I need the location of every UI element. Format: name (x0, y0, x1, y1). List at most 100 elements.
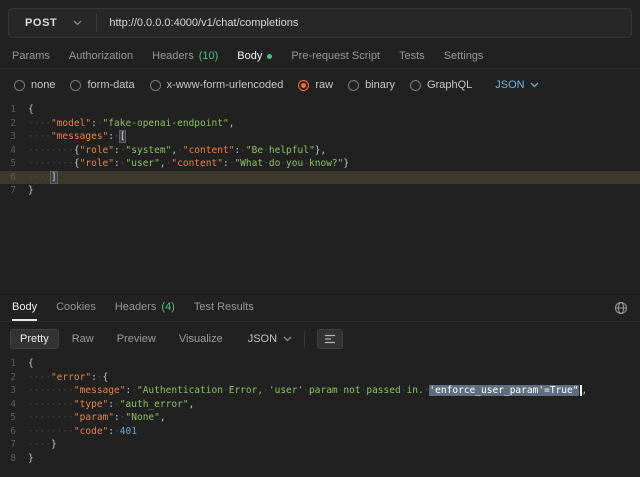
line-number: 6 (0, 171, 28, 185)
radio-label: binary (365, 79, 395, 91)
tab-label: Body (237, 50, 262, 62)
body-language-label: JSON (495, 79, 524, 91)
body-type-none[interactable]: none (14, 79, 55, 91)
line-number: 3 (0, 130, 28, 144)
line-number: 7 (0, 438, 28, 452)
code-line[interactable]: 1{ (0, 357, 640, 371)
format-icon (324, 334, 336, 344)
code-text: ········{"role":·"user",·"content":·"Wha… (28, 157, 349, 171)
tab-label: Cookies (56, 301, 96, 313)
radio-icon (14, 80, 25, 91)
code-text: ········"type":·"auth_error", (28, 398, 194, 412)
code-line[interactable]: 4········"type":·"auth_error", (0, 398, 640, 412)
response-language-dropdown[interactable]: JSON (248, 333, 292, 345)
url-input[interactable]: http://0.0.0.0:4000/v1/chat/completions (97, 17, 298, 29)
body-type-binary[interactable]: binary (348, 79, 395, 91)
request-tab-tests[interactable]: Tests (399, 46, 425, 68)
divider (304, 331, 305, 347)
code-text: ····"error":·{ (28, 371, 108, 385)
selected-text: 'enforce_user_param'=True" (429, 385, 578, 396)
tab-label: Headers (115, 301, 157, 313)
code-line[interactable]: 3········"message":·"Authentication·Erro… (0, 384, 640, 398)
body-type-raw[interactable]: raw (298, 79, 333, 91)
globe-icon[interactable] (614, 301, 628, 315)
response-header-icons (614, 301, 628, 315)
response-tab-test-results[interactable]: Test Results (194, 295, 254, 321)
view-mode-visualize[interactable]: Visualize (169, 329, 233, 349)
request-tab-params[interactable]: Params (12, 46, 50, 68)
radio-icon (150, 80, 161, 91)
code-line[interactable]: 6····] (0, 171, 640, 185)
method-selector[interactable]: POST (9, 9, 96, 37)
line-number: 2 (0, 371, 28, 385)
radio-label: none (31, 79, 55, 91)
request-body-editor[interactable]: 1{2····"model":·"fake-openai-endpoint",3… (0, 100, 640, 294)
code-line[interactable]: 1{ (0, 103, 640, 117)
line-number: 1 (0, 357, 28, 371)
code-line[interactable]: 7····} (0, 438, 640, 452)
body-type-radios: none form-data x-www-form-urlencoded raw bin… (14, 79, 472, 91)
body-type-x-www-form-urlencoded[interactable]: x-www-form-urlencoded (150, 79, 284, 91)
format-button[interactable] (317, 329, 343, 349)
code-text: ········"message":·"Authentication·Error… (28, 384, 587, 398)
body-type-graphql[interactable]: GraphQL (410, 79, 472, 91)
view-mode-pretty[interactable]: Pretty (10, 329, 59, 349)
chevron-down-icon (73, 20, 82, 26)
body-language-dropdown[interactable]: JSON (495, 79, 538, 91)
code-line[interactable]: 2····"model":·"fake-openai-endpoint", (0, 117, 640, 131)
code-text: ········{"role":·"system",·"content":·"B… (28, 144, 326, 158)
body-type-form-data[interactable]: form-data (70, 79, 134, 91)
view-mode-preview[interactable]: Preview (107, 329, 166, 349)
tab-count: (4) (161, 301, 174, 313)
code-text: ····] (28, 171, 57, 185)
code-line[interactable]: 6········"code":·401 (0, 425, 640, 439)
radio-icon (298, 80, 309, 91)
response-tab-cookies[interactable]: Cookies (56, 295, 96, 321)
code-line[interactable]: 2····"error":·{ (0, 371, 640, 385)
response-tab-body[interactable]: Body (12, 295, 37, 321)
radio-label: form-data (87, 79, 134, 91)
code-text: } (28, 452, 34, 466)
request-tabs: Params Authorization Headers(10) Body Pre-re… (0, 46, 640, 69)
line-number: 3 (0, 384, 28, 398)
chevron-down-icon (283, 336, 292, 342)
response-tabs: Body Cookies Headers (4) Test Results (12, 295, 254, 321)
request-tab-settings[interactable]: Settings (444, 46, 484, 68)
response-body-editor[interactable]: 1{2····"error":·{3········"message":·"Au… (0, 354, 640, 477)
tab-label: Tests (399, 50, 425, 62)
view-mode-raw[interactable]: Raw (62, 329, 104, 349)
line-number: 7 (0, 184, 28, 198)
tab-label: Test Results (194, 301, 254, 313)
request-tab-headers[interactable]: Headers(10) (152, 46, 218, 68)
radio-label: GraphQL (427, 79, 472, 91)
request-tab-pre-request-script[interactable]: Pre-request Script (291, 46, 380, 68)
tab-label: Pre-request Script (291, 50, 380, 62)
response-toolbar: PrettyRawPreviewVisualize JSON (10, 327, 632, 351)
radio-label: raw (315, 79, 333, 91)
line-number: 4 (0, 398, 28, 412)
tab-label: Params (12, 50, 50, 62)
body-type-row: none form-data x-www-form-urlencoded raw bin… (0, 72, 640, 98)
line-number: 5 (0, 411, 28, 425)
code-text: ····} (28, 438, 57, 452)
tab-label: Settings (444, 50, 484, 62)
response-tab-headers[interactable]: Headers (4) (115, 295, 175, 321)
code-text: ····"model":·"fake-openai-endpoint", (28, 117, 234, 131)
code-text: } (28, 184, 34, 198)
radio-icon (348, 80, 359, 91)
code-line[interactable]: 7} (0, 184, 640, 198)
code-line[interactable]: 3····"messages":·[ (0, 130, 640, 144)
request-tab-authorization[interactable]: Authorization (69, 46, 133, 68)
radio-icon (70, 80, 81, 91)
code-line[interactable]: 4········{"role":·"system",·"content":·"… (0, 144, 640, 158)
line-number: 1 (0, 103, 28, 117)
code-line[interactable]: 8} (0, 452, 640, 466)
line-number: 4 (0, 144, 28, 158)
line-number: 6 (0, 425, 28, 439)
request-tab-body[interactable]: Body (237, 46, 272, 68)
response-language-label: JSON (248, 333, 277, 345)
code-text: ········"code":·401 (28, 425, 137, 439)
code-line[interactable]: 5········{"role":·"user",·"content":·"Wh… (0, 157, 640, 171)
code-line[interactable]: 5········"param":·"None", (0, 411, 640, 425)
view-mode-group: PrettyRawPreviewVisualize (10, 329, 233, 349)
